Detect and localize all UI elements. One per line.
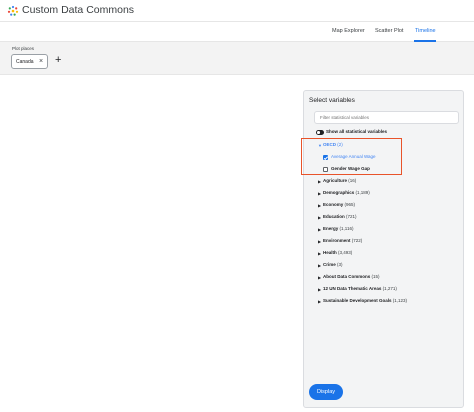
caret-right-icon: ▶ bbox=[318, 191, 322, 196]
category-count: (1,271) bbox=[382, 286, 397, 291]
tool-nav: Map Explorer Scatter Plot Timeline bbox=[0, 22, 474, 42]
plus-icon[interactable]: + bbox=[55, 54, 61, 67]
filter-variables-input[interactable] bbox=[314, 111, 459, 124]
tree-item-label: About Data Commons (15) bbox=[323, 274, 380, 279]
category-label: Education bbox=[323, 214, 345, 219]
category-label: Crime bbox=[323, 262, 336, 267]
category-label: Sustainable Development Goals bbox=[323, 298, 392, 303]
place-chip-label: Canada bbox=[16, 59, 34, 65]
category-label: About Data Commons bbox=[323, 274, 371, 279]
category-count: (15) bbox=[371, 274, 380, 279]
plot-places-label: Plot places bbox=[12, 46, 35, 51]
category-count: (721) bbox=[346, 214, 357, 219]
toggle-switch[interactable] bbox=[316, 130, 324, 135]
tree-item-label: Energy (1,116) bbox=[323, 226, 353, 231]
caret-right-icon: ▶ bbox=[318, 203, 322, 208]
caret-right-icon: ▶ bbox=[318, 251, 322, 256]
category-count: (965) bbox=[344, 202, 356, 207]
category-count: (3,493) bbox=[338, 250, 353, 255]
panel-title: Select variables bbox=[309, 97, 355, 104]
category-count: (3) bbox=[337, 262, 343, 267]
data-commons-logo-icon[interactable] bbox=[7, 5, 19, 17]
nav-map-explorer[interactable]: Map Explorer bbox=[332, 28, 365, 34]
category-label: Health bbox=[323, 250, 337, 255]
tree-item-label: Environment (722) bbox=[323, 238, 362, 243]
show-all-label: Show all statistical variables bbox=[326, 129, 388, 134]
category-label: Environment bbox=[323, 238, 351, 243]
tree-item-label: Health (3,493) bbox=[323, 250, 352, 255]
caret-right-icon: ▶ bbox=[318, 287, 322, 292]
display-button[interactable]: Display bbox=[309, 384, 343, 400]
caret-right-icon: ▶ bbox=[318, 239, 322, 244]
category-count: (16) bbox=[348, 178, 357, 183]
caret-right-icon: ▶ bbox=[318, 215, 322, 220]
place-chip-canada: Canada × bbox=[11, 54, 48, 69]
plot-places-bar: Plot places Canada × + bbox=[0, 42, 474, 75]
caret-right-icon: ▶ bbox=[318, 299, 322, 304]
tree-item-label: Education (721) bbox=[323, 214, 357, 219]
tree-item-label: Demographics (1,189) bbox=[323, 190, 370, 195]
highlight-box bbox=[301, 138, 402, 175]
tree-item-label: Economy (965) bbox=[323, 202, 355, 207]
category-count: (1,116) bbox=[339, 226, 354, 231]
nav-scatter-plot[interactable]: Scatter Plot bbox=[375, 28, 403, 34]
category-count: (1,123) bbox=[392, 298, 408, 303]
category-count: (722) bbox=[351, 238, 363, 243]
nav-timeline[interactable]: Timeline bbox=[415, 28, 436, 34]
tree-item-label: 12 UN Data Thematic Areas (1,271) bbox=[323, 286, 397, 291]
caret-right-icon: ▶ bbox=[318, 275, 322, 280]
caret-right-icon: ▶ bbox=[318, 227, 322, 232]
tree-item-label: Crime (3) bbox=[323, 262, 343, 267]
caret-right-icon: ▶ bbox=[318, 263, 322, 268]
app-header: Custom Data Commons bbox=[0, 0, 474, 22]
category-label: Energy bbox=[323, 226, 339, 231]
caret-right-icon: ▶ bbox=[318, 179, 322, 184]
tree-item-label: Agriculture (16) bbox=[323, 178, 356, 183]
app-title[interactable]: Custom Data Commons bbox=[22, 4, 134, 16]
category-label: Economy bbox=[323, 202, 344, 207]
category-label: Demographics bbox=[323, 190, 355, 195]
close-icon[interactable]: × bbox=[39, 58, 43, 66]
category-label: 12 UN Data Thematic Areas bbox=[323, 286, 382, 291]
tree-item-label: Sustainable Development Goals (1,123) bbox=[323, 298, 407, 303]
category-count: (1,189) bbox=[355, 190, 370, 195]
category-label: Agriculture bbox=[323, 178, 348, 183]
